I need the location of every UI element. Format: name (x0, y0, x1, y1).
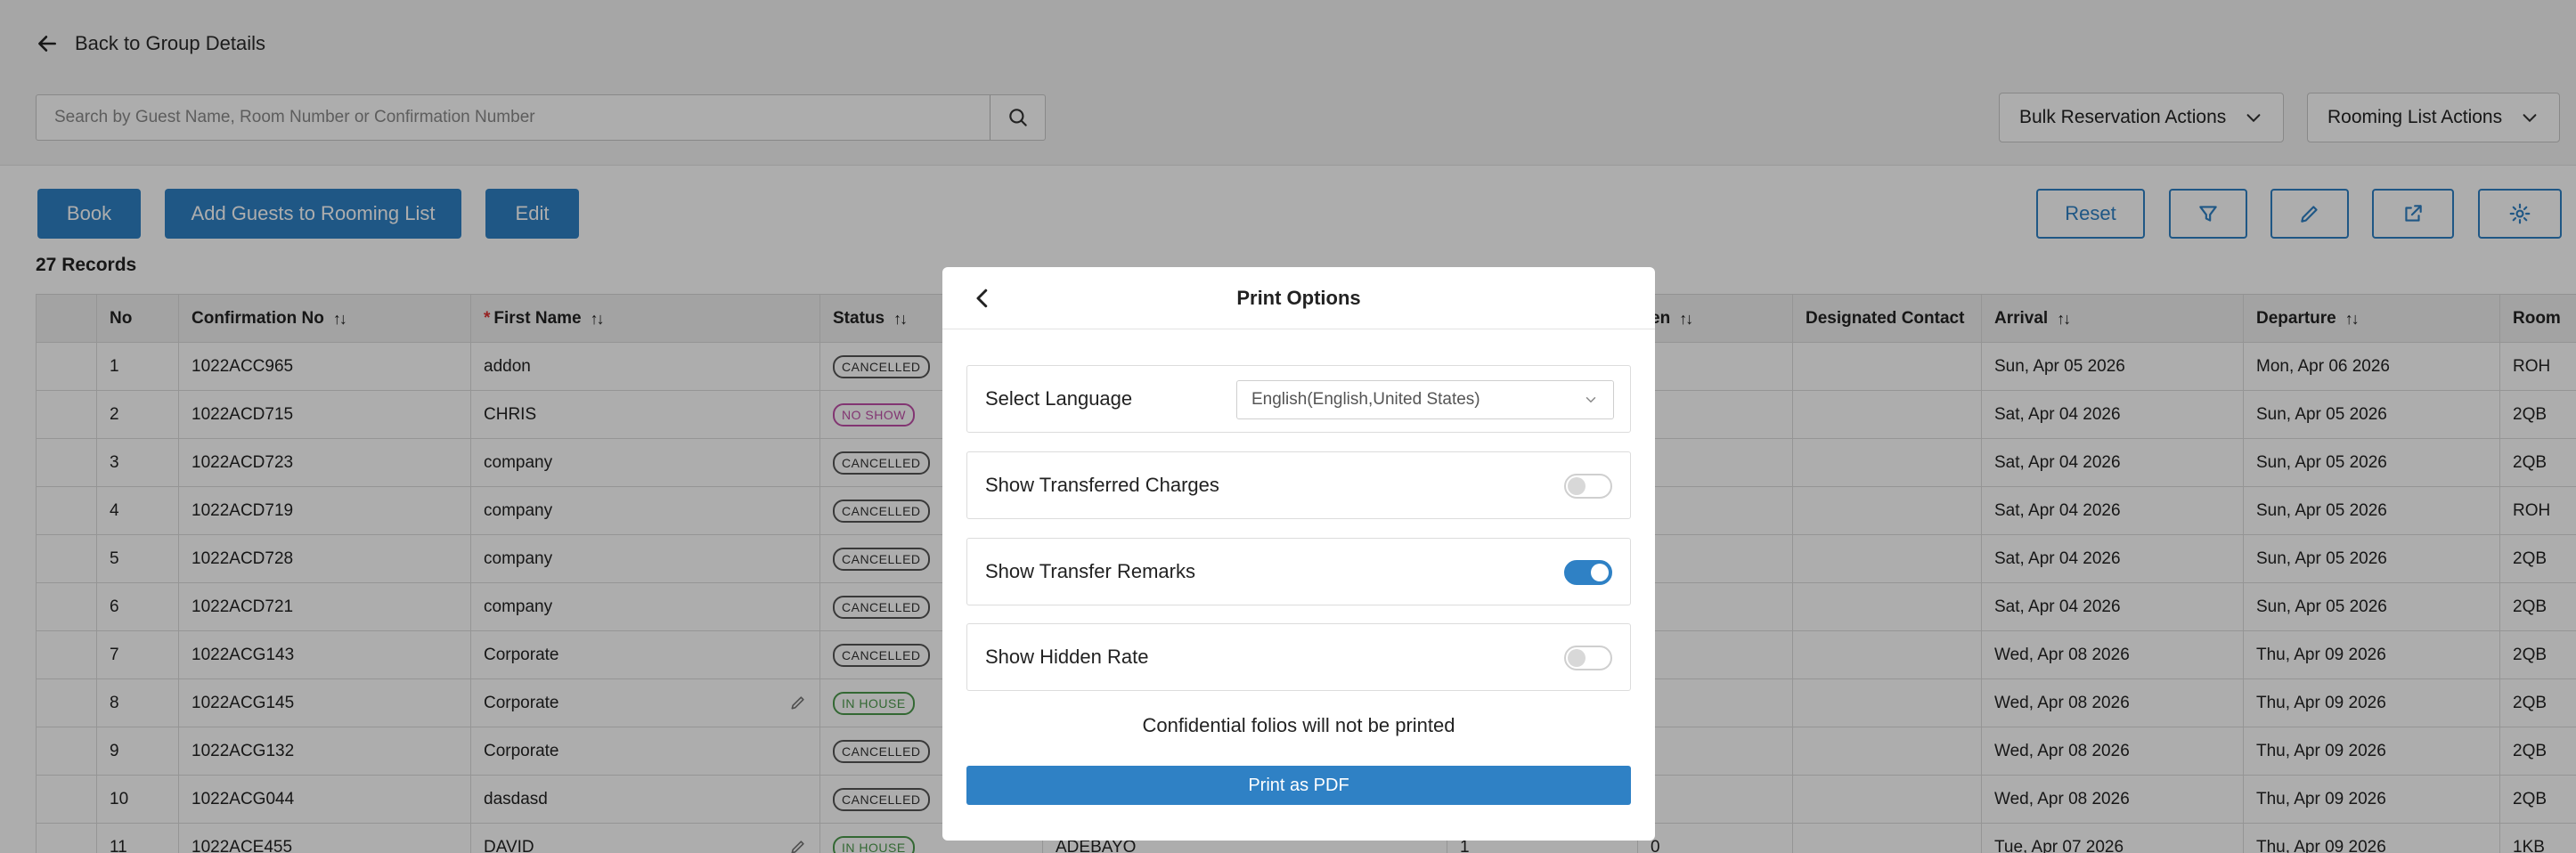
transferred-charges-label: Show Transferred Charges (985, 474, 1219, 496)
language-value: English(English,United States) (1251, 390, 1480, 409)
language-option: Select Language English(English,United S… (966, 365, 1631, 433)
transferred-charges-toggle[interactable] (1564, 474, 1612, 499)
confidential-notice: Confidential folios will not be printed (1142, 714, 1455, 736)
hidden-rate-option: Show Hidden Rate (966, 623, 1631, 691)
toggle-knob (1591, 564, 1609, 581)
modal-title: Print Options (1236, 287, 1361, 309)
rooming-list-page: Back to Group Details Search by Guest Na… (0, 0, 2576, 853)
transfer-remarks-label: Show Transfer Remarks (985, 560, 1195, 582)
language-select[interactable]: English(English,United States) (1236, 380, 1614, 419)
hidden-rate-toggle[interactable] (1564, 646, 1612, 670)
transferred-charges-option: Show Transferred Charges (966, 451, 1631, 519)
transfer-remarks-option: Show Transfer Remarks (966, 538, 1631, 605)
hidden-rate-label: Show Hidden Rate (985, 646, 1149, 668)
transfer-remarks-toggle[interactable] (1564, 560, 1612, 585)
chevron-down-icon (1586, 397, 1596, 403)
language-label: Select Language (985, 387, 1133, 410)
print-options-modal: Print Options Select Language English(En… (942, 267, 1655, 841)
modal-header: Print Options (942, 267, 1655, 329)
print-as-pdf-button[interactable]: Print as PDF (966, 766, 1631, 805)
toggle-knob (1568, 649, 1586, 667)
toggle-knob (1568, 477, 1586, 495)
